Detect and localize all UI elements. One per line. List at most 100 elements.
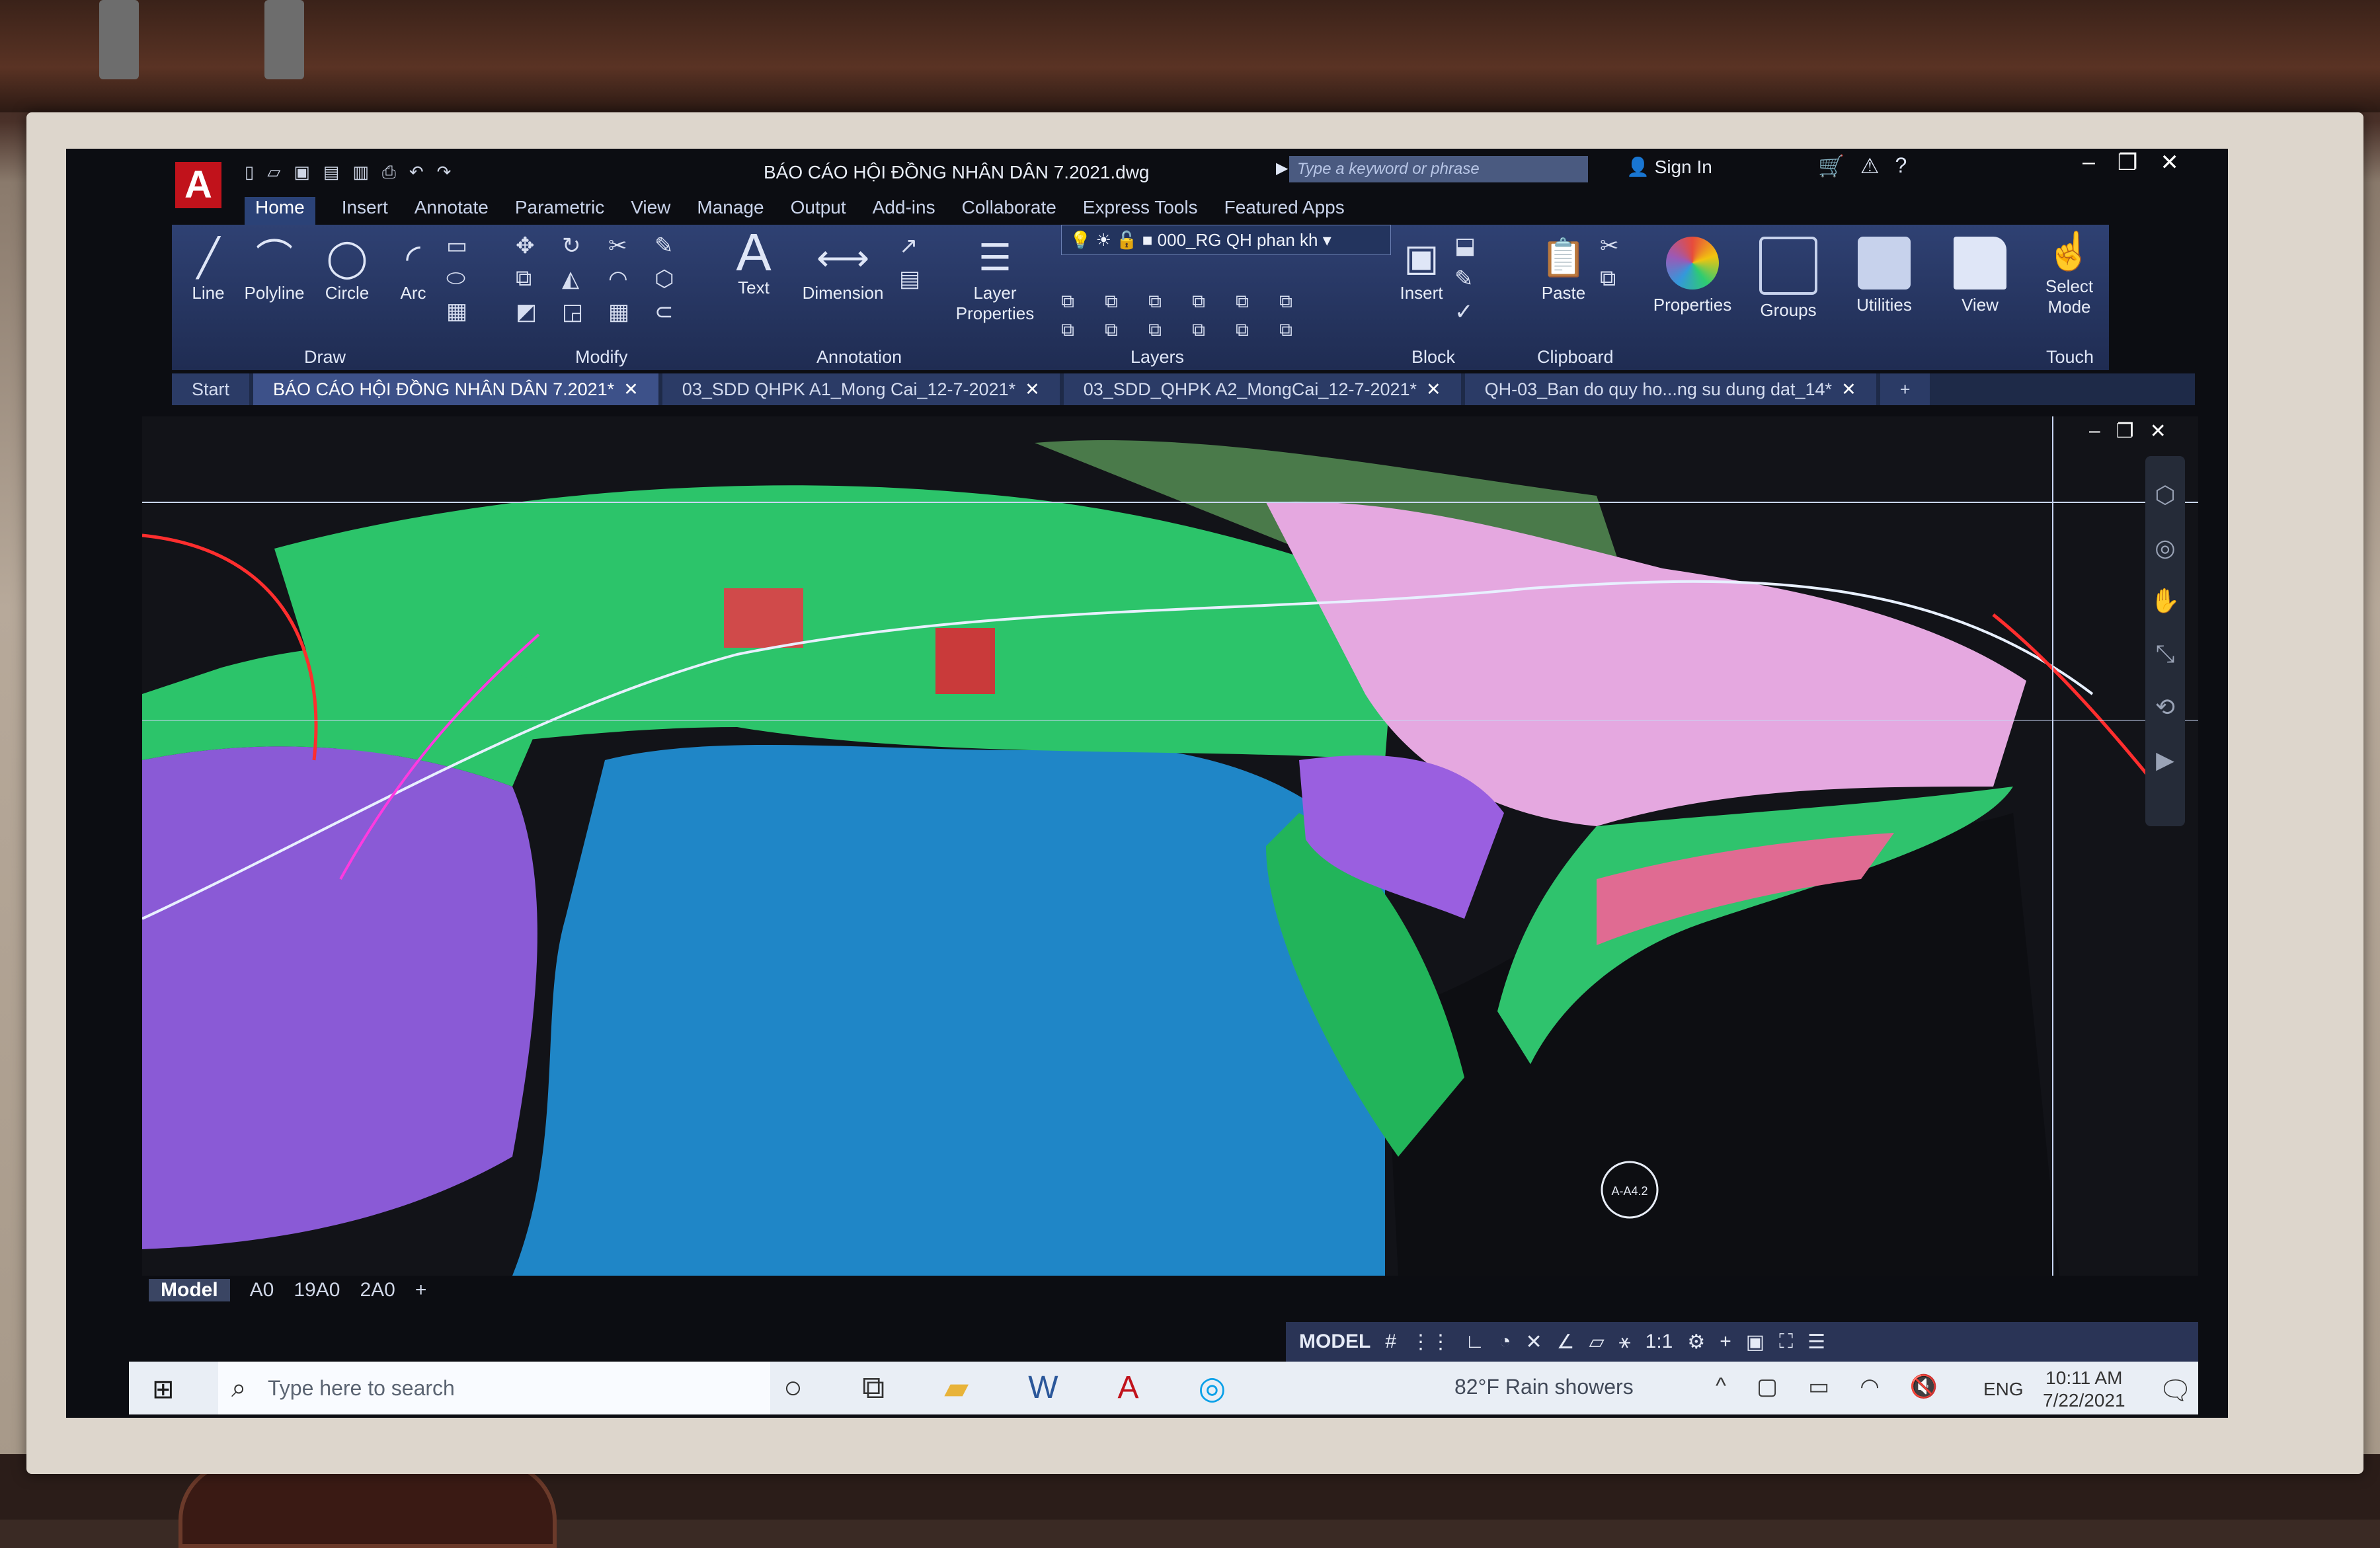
pan-icon[interactable]: ✋ (2145, 587, 2185, 615)
ribbon-tab-featured-apps[interactable]: Featured Apps (1224, 197, 1345, 226)
cut-icon[interactable]: ✂ (1600, 233, 1626, 259)
layer-tool-icon[interactable]: ⧉ (1105, 291, 1142, 313)
mirror-icon[interactable]: ◭ (562, 266, 602, 292)
vp-minimize-icon[interactable]: – (2089, 420, 2100, 443)
grid-icon[interactable]: # (1385, 1331, 1396, 1353)
otrack-icon[interactable]: ∠ (1557, 1331, 1575, 1354)
search-input[interactable]: Type a keyword or phrase (1289, 156, 1588, 182)
ortho-icon[interactable]: ∟ (1465, 1331, 1484, 1353)
rectangle-icon[interactable]: ▭ (446, 233, 473, 259)
groups-button[interactable]: Groups (1745, 237, 1831, 321)
text-button[interactable]: A Text (721, 226, 787, 298)
fillet-icon[interactable]: ◠ (608, 266, 648, 292)
layout-tab[interactable]: 19A0 (294, 1279, 340, 1301)
add-layout-icon[interactable]: + (415, 1279, 427, 1301)
file-tab[interactable]: BÁO CÁO HỘI ĐỒNG NHÂN DÂN 7.2021* ✕ (253, 373, 658, 405)
steering-wheel-icon[interactable]: ◎ (2145, 534, 2185, 562)
annotation-panel-label[interactable]: Annotation (816, 347, 902, 368)
ribbon-tab-express-tools[interactable]: Express Tools (1083, 197, 1198, 226)
layer-tool-icon[interactable]: ⧉ (1192, 319, 1229, 341)
lineweight-icon[interactable]: ▱ (1589, 1331, 1605, 1354)
draw-panel-label[interactable]: Draw (304, 347, 346, 368)
save-as-icon[interactable]: ▤ (323, 162, 340, 188)
clipboard-panel-label[interactable]: Clipboard (1537, 347, 1614, 368)
layer-tool-icon[interactable]: ⧉ (1236, 291, 1273, 313)
battery-icon[interactable]: ▭ (1808, 1374, 1829, 1400)
layer-tool-icon[interactable]: ⧉ (1148, 291, 1185, 313)
gear-icon[interactable]: ⚙ (1687, 1331, 1705, 1354)
notification-icon[interactable]: 🗨 (2159, 1375, 2192, 1406)
scale-icon[interactable]: ◲ (562, 299, 602, 325)
ribbon-tab-parametric[interactable]: Parametric (515, 197, 604, 226)
layer-tool-icon[interactable]: ⧉ (1061, 319, 1098, 341)
cart-icon[interactable]: 🛒 (1818, 153, 1844, 178)
minimize-icon[interactable]: – (2082, 149, 2095, 176)
vp-close-icon[interactable]: ✕ (2150, 420, 2166, 443)
scale-label[interactable]: 1:1 (1646, 1331, 1673, 1353)
erase-icon[interactable]: ✎ (654, 233, 694, 259)
block-panel-label[interactable]: Block (1411, 347, 1455, 368)
layout-tab[interactable]: A0 (250, 1279, 274, 1301)
meet-icon[interactable]: ▢ (1757, 1374, 1778, 1400)
layer-tool-icon[interactable]: ⧉ (1279, 319, 1316, 341)
view-button[interactable]: View (1937, 237, 2023, 315)
layer-dropdown[interactable]: 💡 ☀ 🔓 ■ 000_RG QH phan kh ▾ (1061, 225, 1391, 255)
annotation-visibility-icon[interactable]: ⚹ (1619, 1331, 1631, 1353)
zoom-icon[interactable]: ⤡ (2145, 640, 2185, 668)
edit-block-icon[interactable]: ✎ (1454, 266, 1481, 292)
autocad-taskbar-icon[interactable]: A (1118, 1370, 1139, 1407)
plot-icon[interactable]: ▥ (352, 162, 369, 188)
customize-icon[interactable]: ☰ (1807, 1331, 1825, 1354)
close-icon[interactable]: ✕ (2160, 149, 2179, 176)
vp-restore-icon[interactable]: ❐ (2116, 420, 2134, 443)
open-file-icon[interactable]: ▱ (267, 162, 280, 188)
orbit-icon[interactable]: ⟲ (2145, 693, 2185, 721)
explode-icon[interactable]: ⬡ (654, 266, 694, 292)
snap-icon[interactable]: ⋮⋮ (1411, 1331, 1450, 1354)
close-tab-icon[interactable]: ✕ (1426, 379, 1441, 399)
save-icon[interactable]: ▣ (294, 162, 310, 188)
modify-panel-label[interactable]: Modify (575, 347, 628, 368)
ribbon-tab-output[interactable]: Output (791, 197, 846, 226)
cortana-icon[interactable]: ○ (783, 1370, 803, 1407)
stretch-icon[interactable]: ◩ (516, 299, 555, 325)
help-icon[interactable]: ? (1895, 153, 1907, 178)
properties-button[interactable]: Properties (1646, 237, 1739, 315)
layer-tool-icon[interactable]: ⧉ (1192, 291, 1229, 313)
ribbon-tab-annotate[interactable]: Annotate (415, 197, 489, 226)
layer-tool-icon[interactable]: ⧉ (1105, 319, 1142, 341)
trim-icon[interactable]: ✂ (608, 233, 648, 259)
new-file-icon[interactable]: ▯ (245, 162, 254, 188)
rotate-icon[interactable]: ↻ (562, 233, 602, 259)
ribbon-tab-insert[interactable]: Insert (342, 197, 388, 226)
exchange-icon[interactable]: ⚠ (1860, 153, 1880, 178)
chevron-up-icon[interactable]: ^ (1716, 1374, 1726, 1400)
paste-button[interactable]: 📋 Paste (1527, 237, 1600, 303)
new-tab-icon[interactable]: + (1880, 373, 1930, 405)
move-icon[interactable]: ✥ (516, 233, 555, 259)
hatch-icon[interactable]: ▦ (446, 298, 473, 325)
clock[interactable]: 10:11 AM 7/22/2021 (2043, 1367, 2125, 1412)
showmotion-icon[interactable]: ▶ (2145, 746, 2185, 774)
line-button[interactable]: ╱ Line (178, 237, 238, 303)
utilities-button[interactable]: Utilities (1838, 237, 1930, 315)
search-expand-icon[interactable]: ▶ (1276, 159, 1288, 178)
select-mode-button[interactable]: ☝ Select Mode (2030, 230, 2109, 317)
osnap-icon[interactable]: ✕ (1526, 1331, 1542, 1354)
taskbar-search[interactable]: ⌕ Type here to search (218, 1362, 770, 1414)
close-tab-icon[interactable]: ✕ (1025, 379, 1040, 399)
file-tab[interactable]: 03_SDD_QHPK A2_MongCai_12-7-2021* ✕ (1063, 373, 1461, 405)
zalo-icon[interactable]: ◎ (1199, 1370, 1226, 1407)
arc-button[interactable]: ◜ Arc (383, 237, 443, 303)
ribbon-tab-view[interactable]: View (631, 197, 670, 226)
circle-button[interactable]: ◯ Circle (314, 237, 380, 303)
print-icon[interactable]: ⎙ (382, 162, 396, 188)
dimension-button[interactable]: ⟷ Dimension (793, 237, 892, 303)
layer-tool-icon[interactable]: ⧉ (1236, 319, 1273, 341)
file-tab[interactable]: 03_SDD QHPK A1_Mong Cai_12-7-2021* ✕ (662, 373, 1060, 405)
leader-icon[interactable]: ↗ (899, 233, 926, 259)
file-tab[interactable]: Start (172, 373, 250, 405)
close-tab-icon[interactable]: ✕ (623, 379, 639, 399)
offset-icon[interactable]: ⊂ (654, 299, 694, 325)
autocad-logo[interactable]: A (175, 162, 221, 208)
